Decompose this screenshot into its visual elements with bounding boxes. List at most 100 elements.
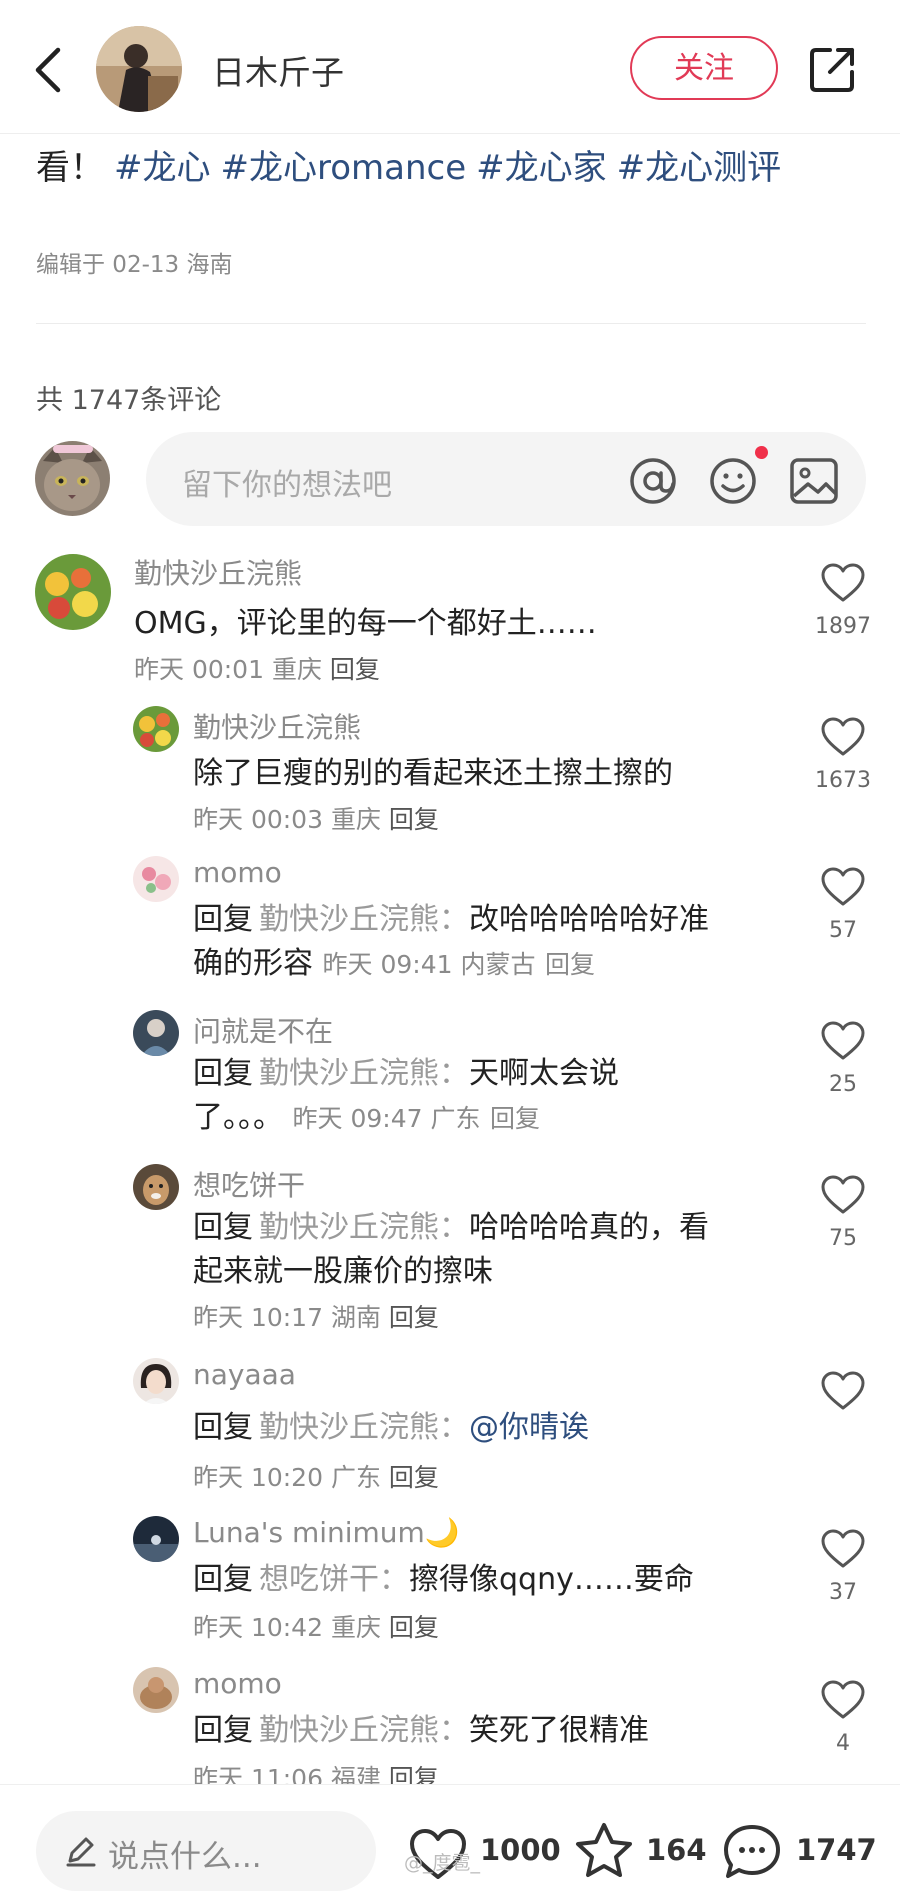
reply-prefix: 回复: [193, 1562, 253, 1597]
like-count: 25: [829, 1072, 857, 1097]
comment-input-placeholder: 留下你的想法吧: [182, 468, 392, 503]
comment-text: 回复 勤快沙丘浣熊：天啊太会说 了。。。 昨天 09:47 广东 回复: [193, 1052, 773, 1141]
reply-target-name[interactable]: 勤快沙丘浣熊：: [259, 902, 469, 937]
commenter-name[interactable]: momo: [193, 1667, 282, 1700]
reply-target-name[interactable]: 想吃饼干：: [259, 1562, 409, 1597]
back-arrow-icon[interactable]: [28, 44, 72, 96]
hashtag-link[interactable]: #龙心: [114, 148, 211, 188]
like-count: 37: [829, 1580, 857, 1605]
comment-time-location: 昨天 00:03 重庆: [193, 805, 381, 834]
comment-count: 共 1747条评论: [36, 385, 222, 416]
reply-link[interactable]: 回复: [389, 1613, 439, 1642]
reply-prefix: 回复: [193, 1713, 253, 1748]
reply-link[interactable]: 回复: [330, 655, 380, 684]
comment-text: 回复 勤快沙丘浣熊：@你晴诶: [193, 1406, 773, 1450]
hashtag-link[interactable]: #龙心家: [476, 148, 607, 188]
comment-text: 除了巨瘦的别的看起来还土擦土擦的: [193, 756, 673, 791]
like-count: 4: [836, 1731, 850, 1756]
comment-text-line: 擦得像qqny……要命: [409, 1562, 694, 1597]
commenter-avatar[interactable]: [133, 1358, 179, 1404]
post-like-count: 1000: [480, 1833, 561, 1867]
heart-icon[interactable]: [820, 716, 866, 758]
commenter-name[interactable]: 想吃饼干: [193, 1164, 305, 1204]
comment-meta: 昨天 00:03 重庆 回复: [193, 800, 439, 836]
post-favorite-count: 164: [646, 1833, 707, 1867]
comment-text: 回复 勤快沙丘浣熊：改哈哈哈哈哈好准 确的形容 昨天 09:41 内蒙古 回复: [193, 898, 773, 987]
reply-target-name[interactable]: 勤快沙丘浣熊：: [259, 1713, 469, 1748]
heart-icon[interactable]: [820, 1370, 866, 1412]
comment-bubble-icon[interactable]: [722, 1823, 782, 1881]
post-text-tail: 看！ #龙心 #龙心romance #龙心家 #龙心测评: [36, 140, 781, 189]
post-comment-count: 1747: [796, 1833, 877, 1867]
reply-link[interactable]: 回复: [490, 1104, 540, 1133]
heart-icon[interactable]: [820, 1174, 866, 1216]
comment-time-location: 昨天 10:17 湖南: [193, 1303, 381, 1332]
heart-icon[interactable]: [820, 1679, 866, 1721]
commenter-name[interactable]: 勤快沙丘浣熊: [193, 706, 361, 746]
post-text: 看！: [36, 148, 104, 188]
comment-text-line: 起来就一股廉价的擦味: [193, 1254, 493, 1289]
mention-at-icon[interactable]: [628, 456, 678, 506]
follow-button[interactable]: 关注: [630, 36, 778, 100]
share-icon[interactable]: [806, 44, 858, 96]
reply-target-name[interactable]: 勤快沙丘浣熊：: [259, 1056, 469, 1091]
comment-text-line: 笑死了很精准: [469, 1713, 649, 1748]
like-count: 1897: [815, 614, 871, 639]
emoji-icon[interactable]: [708, 456, 758, 506]
heart-icon[interactable]: [820, 1528, 866, 1570]
reply-target-name[interactable]: 勤快沙丘浣熊：: [259, 1210, 469, 1245]
commenter-avatar[interactable]: [133, 1516, 179, 1562]
commenter-avatar[interactable]: [133, 1164, 179, 1210]
section-divider: [36, 323, 866, 324]
comment-time-location: 昨天 10:20 广东: [193, 1463, 381, 1492]
heart-icon[interactable]: [820, 866, 866, 908]
commenter-avatar[interactable]: [133, 1667, 179, 1713]
comment-text-line: 改哈哈哈哈哈好准: [469, 902, 709, 937]
reply-link[interactable]: 回复: [389, 805, 439, 834]
reply-link[interactable]: 回复: [389, 1463, 439, 1492]
comment-text-line: 哈哈哈哈真的，看: [469, 1210, 709, 1245]
comment-text: 回复 想吃饼干：擦得像qqny……要命: [193, 1558, 773, 1602]
commenter-avatar[interactable]: [133, 856, 179, 902]
commenter-avatar[interactable]: [35, 554, 111, 630]
say-something-input[interactable]: 说点什么...: [36, 1811, 376, 1891]
notification-dot: [755, 446, 768, 459]
commenter-avatar[interactable]: [133, 706, 179, 752]
comment-text-line: 了。。。: [193, 1100, 283, 1135]
comment-text: 回复 勤快沙丘浣熊：笑死了很精准: [193, 1709, 773, 1753]
commenter-name[interactable]: momo: [193, 856, 282, 889]
say-something-placeholder: 说点什么...: [108, 1839, 262, 1875]
comment-text: OMG，评论里的每一个都好土……: [134, 606, 597, 641]
comment-time-location: 昨天 00:01 重庆: [134, 655, 322, 684]
image-icon[interactable]: [788, 456, 840, 506]
like-count: 1673: [815, 768, 871, 793]
hashtag-link[interactable]: #龙心romance: [221, 148, 467, 188]
reply-target-name[interactable]: 勤快沙丘浣熊：: [259, 1410, 469, 1445]
comment-input[interactable]: 留下你的想法吧: [146, 432, 866, 526]
my-avatar: [35, 441, 110, 516]
comment-text: 回复 勤快沙丘浣熊：哈哈哈哈真的，看 起来就一股廉价的擦味: [193, 1206, 773, 1294]
star-icon[interactable]: [574, 1821, 634, 1879]
reply-link[interactable]: 回复: [545, 950, 595, 979]
commenter-name[interactable]: 问就是不在: [193, 1010, 333, 1050]
reply-link[interactable]: 回复: [389, 1303, 439, 1332]
commenter-avatar[interactable]: [133, 1010, 179, 1056]
heart-icon[interactable]: [820, 562, 866, 604]
pencil-icon: [66, 1837, 96, 1867]
comment-time-location: 昨天 10:42 重庆: [193, 1613, 381, 1642]
commenter-name[interactable]: nayaaa: [193, 1358, 296, 1391]
comment-text-line: 确的形容: [193, 946, 313, 981]
author-name[interactable]: 日木斤子: [212, 46, 344, 94]
mention-link[interactable]: @你晴诶: [469, 1410, 589, 1445]
reply-prefix: 回复: [193, 1410, 253, 1445]
heart-icon[interactable]: [820, 1020, 866, 1062]
comment-meta: 昨天 10:42 重庆 回复: [193, 1608, 439, 1644]
comment-time-location: 昨天 09:47 广东: [292, 1104, 481, 1133]
author-avatar[interactable]: [96, 26, 182, 112]
watermark: @_度雹_: [404, 1852, 481, 1874]
reply-prefix: 回复: [193, 902, 253, 937]
commenter-name[interactable]: 勤快沙丘浣熊: [134, 552, 302, 592]
hashtag-link[interactable]: #龙心测评: [617, 148, 782, 188]
like-count: 75: [829, 1226, 857, 1251]
commenter-name[interactable]: Luna's minimum🌙: [193, 1516, 460, 1549]
